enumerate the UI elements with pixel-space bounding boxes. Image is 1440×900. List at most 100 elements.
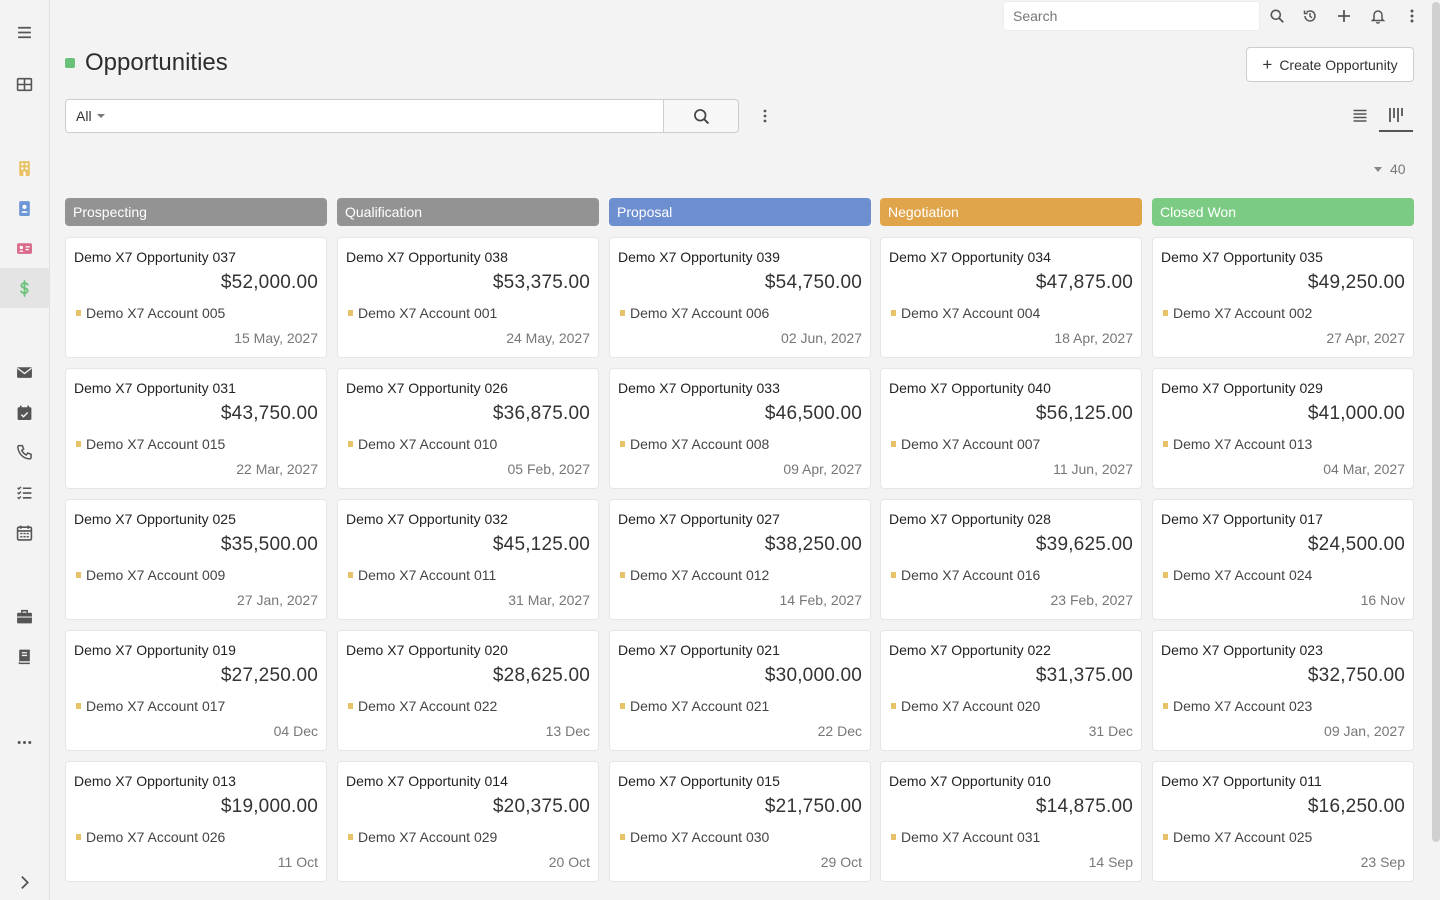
create-opportunity-button[interactable]: + Create Opportunity (1246, 47, 1414, 82)
global-search-input[interactable] (1003, 1, 1260, 31)
account-link[interactable]: Demo X7 Account 007 (891, 436, 1040, 452)
column-header[interactable]: Qualification (337, 198, 599, 226)
opportunity-name-link[interactable]: Demo X7 Opportunity 040 (889, 380, 1051, 396)
opportunity-name-link[interactable]: Demo X7 Opportunity 014 (346, 773, 508, 789)
account-link[interactable]: Demo X7 Account 016 (891, 567, 1040, 583)
filter-search-button[interactable] (663, 99, 739, 133)
opportunity-card[interactable]: Demo X7 Opportunity 026 $36,875.00 Demo X7… (337, 368, 599, 489)
account-link[interactable]: Demo X7 Account 015 (76, 436, 225, 452)
opportunity-card[interactable]: Demo X7 Opportunity 040 $56,125.00 Demo X7… (880, 368, 1142, 489)
opportunity-card[interactable]: Demo X7 Opportunity 027 $38,250.00 Demo X7… (609, 499, 871, 620)
account-link[interactable]: Demo X7 Account 017 (76, 698, 225, 714)
column-header[interactable]: Negotiation (880, 198, 1142, 226)
opportunity-name-link[interactable]: Demo X7 Opportunity 029 (1161, 380, 1323, 396)
opportunity-card[interactable]: Demo X7 Opportunity 023 $32,750.00 Demo X7… (1152, 630, 1414, 751)
opportunity-name-link[interactable]: Demo X7 Opportunity 027 (618, 511, 780, 527)
opportunity-name-link[interactable]: Demo X7 Opportunity 035 (1161, 249, 1323, 265)
account-link[interactable]: Demo X7 Account 004 (891, 305, 1040, 321)
opportunity-card[interactable]: Demo X7 Opportunity 020 $28,625.00 Demo X7… (337, 630, 599, 751)
envelope-icon[interactable] (0, 352, 49, 392)
opportunity-name-link[interactable]: Demo X7 Opportunity 026 (346, 380, 508, 396)
opportunity-card[interactable]: Demo X7 Opportunity 035 $49,250.00 Demo X7… (1152, 237, 1414, 358)
account-link[interactable]: Demo X7 Account 031 (891, 829, 1040, 845)
opportunity-name-link[interactable]: Demo X7 Opportunity 015 (618, 773, 780, 789)
calendar-icon[interactable] (0, 512, 49, 552)
account-link[interactable]: Demo X7 Account 011 (348, 567, 496, 583)
grid-icon[interactable] (0, 64, 49, 104)
opportunity-card[interactable]: Demo X7 Opportunity 017 $24,500.00 Demo X7… (1152, 499, 1414, 620)
book-icon[interactable] (0, 636, 49, 676)
opportunity-card[interactable]: Demo X7 Opportunity 019 $27,250.00 Demo X7… (65, 630, 327, 751)
id-card-icon[interactable] (0, 228, 49, 268)
dollar-icon[interactable] (0, 268, 49, 308)
opportunity-name-link[interactable]: Demo X7 Opportunity 037 (74, 249, 236, 265)
account-link[interactable]: Demo X7 Account 020 (891, 698, 1040, 714)
opportunity-card[interactable]: Demo X7 Opportunity 011 $16,250.00 Demo X7… (1152, 761, 1414, 882)
opportunity-name-link[interactable]: Demo X7 Opportunity 033 (618, 380, 780, 396)
opportunity-card[interactable]: Demo X7 Opportunity 015 $21,750.00 Demo X7… (609, 761, 871, 882)
account-link[interactable]: Demo X7 Account 005 (76, 305, 225, 321)
account-link[interactable]: Demo X7 Account 023 (1163, 698, 1312, 714)
account-link[interactable]: Demo X7 Account 002 (1163, 305, 1312, 321)
total-count[interactable]: 40 (1374, 161, 1406, 177)
account-link[interactable]: Demo X7 Account 029 (348, 829, 497, 845)
opportunity-name-link[interactable]: Demo X7 Opportunity 032 (346, 511, 508, 527)
opportunity-card[interactable]: Demo X7 Opportunity 033 $46,500.00 Demo X7… (609, 368, 871, 489)
contact-book-icon[interactable] (0, 188, 49, 228)
scrollbar[interactable] (1430, 0, 1440, 900)
calendar-check-icon[interactable] (0, 392, 49, 432)
search-icon[interactable] (1266, 5, 1288, 27)
opportunity-card[interactable]: Demo X7 Opportunity 013 $19,000.00 Demo X7… (65, 761, 327, 882)
filter-more-options-icon[interactable] (755, 106, 775, 126)
opportunity-name-link[interactable]: Demo X7 Opportunity 031 (74, 380, 236, 396)
opportunity-name-link[interactable]: Demo X7 Opportunity 017 (1161, 511, 1323, 527)
history-icon[interactable] (1299, 5, 1321, 27)
bell-icon[interactable] (1367, 5, 1389, 27)
opportunity-name-link[interactable]: Demo X7 Opportunity 039 (618, 249, 780, 265)
opportunity-card[interactable]: Demo X7 Opportunity 038 $53,375.00 Demo X7… (337, 237, 599, 358)
account-link[interactable]: Demo X7 Account 022 (348, 698, 497, 714)
opportunity-card[interactable]: Demo X7 Opportunity 034 $47,875.00 Demo X7… (880, 237, 1142, 358)
chevron-right-icon[interactable] (0, 862, 49, 900)
opportunity-name-link[interactable]: Demo X7 Opportunity 034 (889, 249, 1051, 265)
opportunity-card[interactable]: Demo X7 Opportunity 039 $54,750.00 Demo X7… (609, 237, 871, 358)
opportunity-name-link[interactable]: Demo X7 Opportunity 022 (889, 642, 1051, 658)
opportunity-card[interactable]: Demo X7 Opportunity 031 $43,750.00 Demo X7… (65, 368, 327, 489)
account-link[interactable]: Demo X7 Account 006 (620, 305, 769, 321)
account-link[interactable]: Demo X7 Account 001 (348, 305, 497, 321)
opportunity-card[interactable]: Demo X7 Opportunity 010 $14,875.00 Demo X7… (880, 761, 1142, 882)
account-link[interactable]: Demo X7 Account 013 (1163, 436, 1312, 452)
kanban-view-button[interactable] (1379, 100, 1413, 132)
opportunity-name-link[interactable]: Demo X7 Opportunity 021 (618, 642, 780, 658)
hamburger-icon[interactable] (0, 12, 49, 52)
opportunity-name-link[interactable]: Demo X7 Opportunity 011 (1161, 773, 1322, 789)
account-link[interactable]: Demo X7 Account 009 (76, 567, 225, 583)
account-link[interactable]: Demo X7 Account 021 (620, 698, 769, 714)
building-icon[interactable] (0, 148, 49, 188)
opportunity-name-link[interactable]: Demo X7 Opportunity 019 (74, 642, 236, 658)
opportunity-card[interactable]: Demo X7 Opportunity 021 $30,000.00 Demo X7… (609, 630, 871, 751)
opportunity-name-link[interactable]: Demo X7 Opportunity 013 (74, 773, 236, 789)
column-header[interactable]: Proposal (609, 198, 871, 226)
filter-text-input[interactable] (115, 99, 664, 133)
list-view-button[interactable] (1343, 100, 1377, 132)
opportunity-name-link[interactable]: Demo X7 Opportunity 010 (889, 773, 1051, 789)
filter-preset-dropdown[interactable]: All (65, 99, 116, 133)
opportunity-card[interactable]: Demo X7 Opportunity 022 $31,375.00 Demo X7… (880, 630, 1142, 751)
opportunity-card[interactable]: Demo X7 Opportunity 032 $45,125.00 Demo X7… (337, 499, 599, 620)
account-link[interactable]: Demo X7 Account 025 (1163, 829, 1312, 845)
opportunity-card[interactable]: Demo X7 Opportunity 037 $52,000.00 Demo X7… (65, 237, 327, 358)
account-link[interactable]: Demo X7 Account 026 (76, 829, 225, 845)
account-link[interactable]: Demo X7 Account 012 (620, 567, 769, 583)
opportunity-name-link[interactable]: Demo X7 Opportunity 025 (74, 511, 236, 527)
opportunity-name-link[interactable]: Demo X7 Opportunity 038 (346, 249, 508, 265)
plus-icon[interactable] (1333, 5, 1355, 27)
opportunity-card[interactable]: Demo X7 Opportunity 025 $35,500.00 Demo X7… (65, 499, 327, 620)
opportunity-name-link[interactable]: Demo X7 Opportunity 020 (346, 642, 508, 658)
scrollbar-thumb[interactable] (1432, 2, 1440, 842)
opportunity-card[interactable]: Demo X7 Opportunity 014 $20,375.00 Demo X7… (337, 761, 599, 882)
opportunity-name-link[interactable]: Demo X7 Opportunity 023 (1161, 642, 1323, 658)
briefcase-icon[interactable] (0, 596, 49, 636)
task-list-icon[interactable] (0, 472, 49, 512)
opportunity-card[interactable]: Demo X7 Opportunity 028 $39,625.00 Demo X7… (880, 499, 1142, 620)
